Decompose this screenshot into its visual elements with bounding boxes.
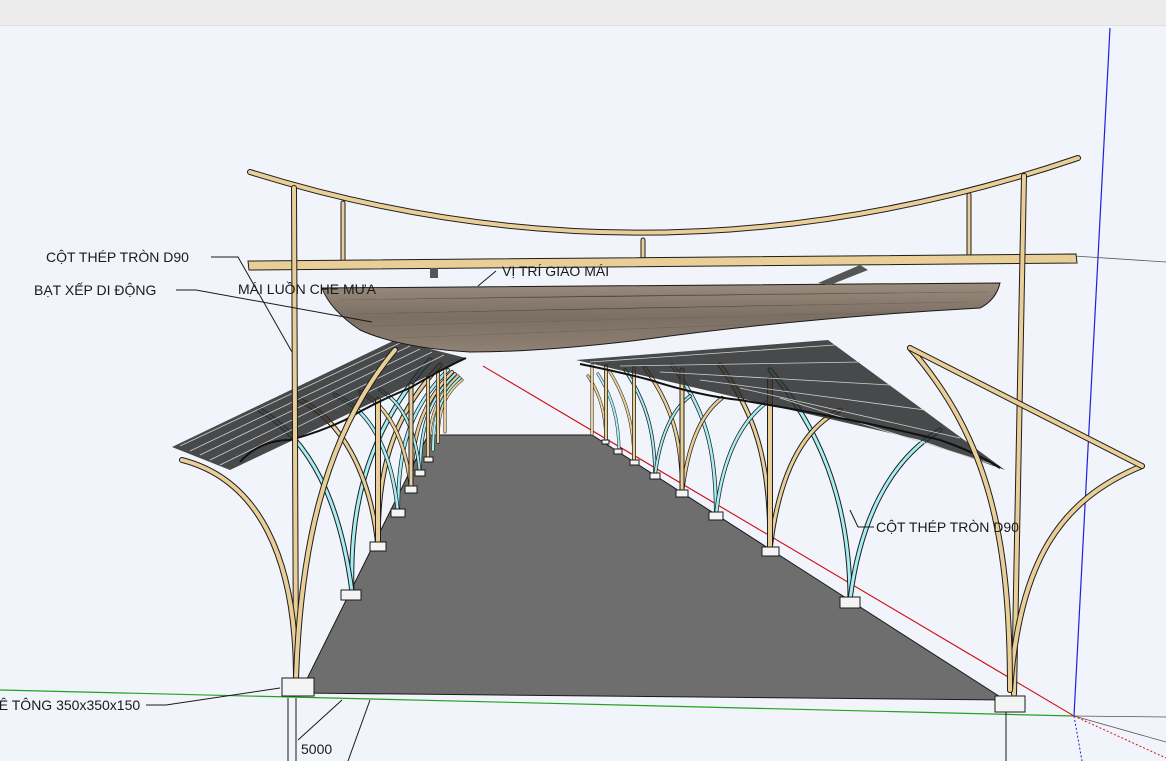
label-column-right: CỘT THÉP TRÒN D90 (876, 519, 1019, 535)
label-roof: MÁI LUỒN CHE MƯA (238, 280, 377, 297)
label-footing: MÓNG BÊ TÔNG 350x350x150 (0, 697, 140, 713)
sketchup-window: CỘT THÉP TRÒN D90 BẠT XẾP DI ĐỘNG MÁI LU… (0, 0, 1166, 761)
label-column-left: CỘT THÉP TRÒN D90 (46, 249, 189, 265)
model-canvas[interactable]: CỘT THÉP TRÒN D90 BẠT XẾP DI ĐỘNG MÁI LU… (0, 0, 1166, 761)
label-dimension: 5000 (301, 741, 332, 757)
roof-membrane (321, 265, 1001, 353)
3d-viewport[interactable]: CỘT THÉP TRÒN D90 BẠT XẾP DI ĐỘNG MÁI LU… (0, 26, 1166, 761)
top-arch-frame (247, 155, 1081, 271)
label-roof-joint: VỊ TRÍ GIAO MÁI (502, 263, 609, 279)
blue-axis (1073, 27, 1111, 717)
right-roof-panels (576, 340, 1005, 470)
label-tarp: BẠT XẾP DI ĐỘNG (34, 282, 156, 298)
